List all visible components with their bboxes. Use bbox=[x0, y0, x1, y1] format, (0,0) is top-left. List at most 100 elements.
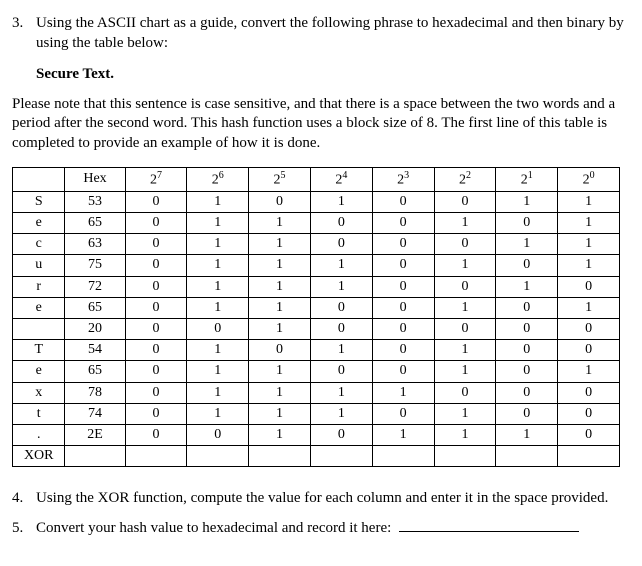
table-row: e 65 0 1 1 0 0 1 0 1 bbox=[13, 213, 620, 234]
cell-bit: 1 bbox=[496, 191, 558, 212]
cell-bit: 1 bbox=[558, 191, 620, 212]
cell-bit bbox=[125, 446, 187, 467]
cell-hex bbox=[65, 446, 125, 467]
q4-number: 4. bbox=[12, 489, 36, 509]
cell-bit: 1 bbox=[434, 255, 496, 276]
cell-bit: 1 bbox=[187, 191, 249, 212]
cell-bit: 0 bbox=[187, 424, 249, 445]
cell-bit: 0 bbox=[187, 318, 249, 339]
cell-hex: 65 bbox=[65, 361, 125, 382]
cell-bit: 0 bbox=[310, 424, 372, 445]
cell-bit: 0 bbox=[310, 297, 372, 318]
cell-bit bbox=[249, 446, 311, 467]
cell-bit: 0 bbox=[372, 276, 434, 297]
cell-hex: 72 bbox=[65, 276, 125, 297]
cell-hex: 54 bbox=[65, 340, 125, 361]
table-row-xor: XOR bbox=[13, 446, 620, 467]
cell-bit: 1 bbox=[372, 382, 434, 403]
cell-char: . bbox=[13, 424, 65, 445]
q5-text: Convert your hash value to hexadecimal a… bbox=[36, 519, 624, 539]
cell-bit: 0 bbox=[372, 318, 434, 339]
q3-text: Using the ASCII chart as a guide, conver… bbox=[36, 14, 624, 53]
cell-bit: 0 bbox=[434, 191, 496, 212]
cell-bit: 0 bbox=[496, 255, 558, 276]
cell-bit: 0 bbox=[125, 191, 187, 212]
cell-hex: 63 bbox=[65, 234, 125, 255]
cell-bit: 0 bbox=[496, 382, 558, 403]
header-bit-7: 27 bbox=[125, 168, 187, 192]
cell-bit: 0 bbox=[372, 340, 434, 361]
cell-bit: 1 bbox=[187, 382, 249, 403]
cell-bit: 1 bbox=[249, 403, 311, 424]
table-header-row: Hex 27 26 25 24 23 22 21 20 bbox=[13, 168, 620, 192]
cell-bit: 0 bbox=[372, 191, 434, 212]
cell-char: S bbox=[13, 191, 65, 212]
question-4: 4. Using the XOR function, compute the v… bbox=[12, 489, 624, 509]
table-row: S 53 0 1 0 1 0 0 1 1 bbox=[13, 191, 620, 212]
cell-bit: 1 bbox=[187, 255, 249, 276]
cell-bit: 1 bbox=[372, 424, 434, 445]
cell-bit: 1 bbox=[558, 213, 620, 234]
cell-bit: 0 bbox=[125, 424, 187, 445]
cell-bit: 1 bbox=[310, 255, 372, 276]
cell-bit: 1 bbox=[310, 403, 372, 424]
cell-char: XOR bbox=[13, 446, 65, 467]
table-row: c 63 0 1 1 0 0 0 1 1 bbox=[13, 234, 620, 255]
cell-bit: 1 bbox=[434, 424, 496, 445]
cell-bit: 0 bbox=[125, 382, 187, 403]
header-bit-3: 23 bbox=[372, 168, 434, 192]
cell-bit bbox=[187, 446, 249, 467]
cell-bit: 0 bbox=[496, 403, 558, 424]
cell-bit: 0 bbox=[125, 318, 187, 339]
cell-bit bbox=[310, 446, 372, 467]
cell-bit: 1 bbox=[249, 213, 311, 234]
cell-bit: 0 bbox=[372, 255, 434, 276]
table-row: T 54 0 1 0 1 0 1 0 0 bbox=[13, 340, 620, 361]
cell-bit: 0 bbox=[558, 424, 620, 445]
table-row: u 75 0 1 1 1 0 1 0 1 bbox=[13, 255, 620, 276]
cell-bit: 0 bbox=[372, 361, 434, 382]
header-hex: Hex bbox=[65, 168, 125, 192]
cell-bit: 1 bbox=[434, 361, 496, 382]
cell-char: u bbox=[13, 255, 65, 276]
cell-bit: 1 bbox=[496, 424, 558, 445]
cell-bit: 0 bbox=[125, 213, 187, 234]
cell-bit: 1 bbox=[187, 340, 249, 361]
header-bit-5: 25 bbox=[249, 168, 311, 192]
cell-hex: 75 bbox=[65, 255, 125, 276]
table-row: r 72 0 1 1 1 0 0 1 0 bbox=[13, 276, 620, 297]
cell-bit: 0 bbox=[558, 403, 620, 424]
cell-bit: 0 bbox=[125, 361, 187, 382]
cell-bit bbox=[372, 446, 434, 467]
table-row: t 74 0 1 1 1 0 1 0 0 bbox=[13, 403, 620, 424]
cell-bit: 1 bbox=[310, 340, 372, 361]
cell-bit: 1 bbox=[558, 234, 620, 255]
cell-char: e bbox=[13, 213, 65, 234]
cell-hex: 2E bbox=[65, 424, 125, 445]
cell-bit: 1 bbox=[434, 340, 496, 361]
cell-bit: 0 bbox=[372, 234, 434, 255]
table-row: e 65 0 1 1 0 0 1 0 1 bbox=[13, 361, 620, 382]
cell-char: c bbox=[13, 234, 65, 255]
cell-bit: 1 bbox=[187, 234, 249, 255]
cell-bit: 1 bbox=[310, 382, 372, 403]
cell-bit: 1 bbox=[249, 382, 311, 403]
question-5: 5. Convert your hash value to hexadecima… bbox=[12, 519, 624, 539]
cell-char: t bbox=[13, 403, 65, 424]
cell-bit: 0 bbox=[496, 318, 558, 339]
cell-bit: 0 bbox=[125, 340, 187, 361]
cell-hex: 20 bbox=[65, 318, 125, 339]
cell-bit: 0 bbox=[372, 403, 434, 424]
cell-hex: 65 bbox=[65, 213, 125, 234]
cell-bit: 0 bbox=[249, 191, 311, 212]
cell-hex: 65 bbox=[65, 297, 125, 318]
table-row: e 65 0 1 1 0 0 1 0 1 bbox=[13, 297, 620, 318]
cell-bit: 0 bbox=[310, 318, 372, 339]
cell-bit: 1 bbox=[249, 297, 311, 318]
cell-bit: 0 bbox=[125, 297, 187, 318]
cell-bit: 1 bbox=[187, 213, 249, 234]
cell-char: T bbox=[13, 340, 65, 361]
cell-bit: 0 bbox=[249, 340, 311, 361]
cell-char bbox=[13, 318, 65, 339]
cell-bit: 0 bbox=[372, 213, 434, 234]
